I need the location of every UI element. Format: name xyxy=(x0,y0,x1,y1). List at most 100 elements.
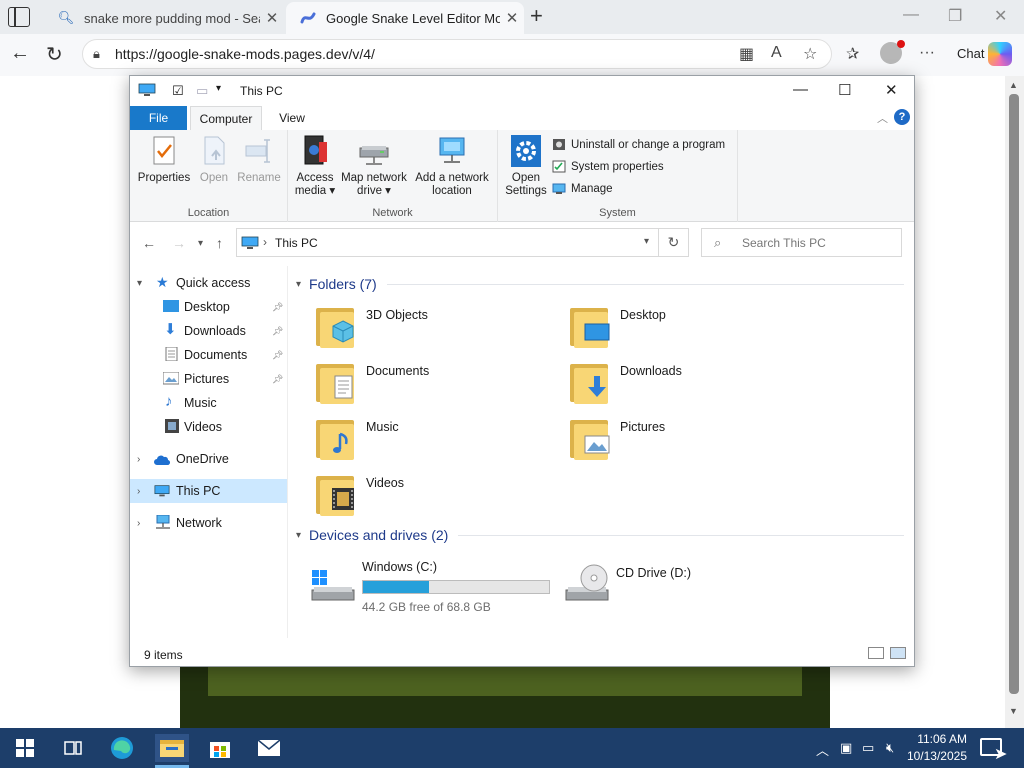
close-tab-icon[interactable]: ✕ xyxy=(260,9,284,27)
tab-actions-icon[interactable] xyxy=(8,7,30,27)
folder-downloads[interactable]: Downloads xyxy=(570,360,810,412)
close-tab-icon[interactable]: ✕ xyxy=(500,9,524,27)
folder-desktop[interactable]: Desktop xyxy=(570,304,810,356)
read-aloud-icon[interactable]: A xyxy=(771,44,782,62)
help-icon[interactable]: ? xyxy=(894,109,910,125)
properties-button[interactable]: Properties xyxy=(136,134,192,185)
favorite-star-icon[interactable]: ☆ xyxy=(803,44,817,64)
folder-3d-objects[interactable]: 3D Objects xyxy=(316,304,556,356)
new-tab-icon[interactable]: + xyxy=(530,3,543,29)
chat-label[interactable]: Chat xyxy=(957,46,984,61)
browser-tab-search[interactable]: 🔍︎ snake more pudding mod - Searc ✕ xyxy=(44,2,284,34)
details-view-icon[interactable] xyxy=(868,647,884,659)
recent-locations-icon[interactable]: ▾ xyxy=(198,238,203,249)
app-available-icon[interactable]: ▦ xyxy=(739,44,754,64)
scroll-up-icon[interactable]: ▲ xyxy=(1009,80,1018,90)
uninstall-program-button[interactable]: Uninstall or change a program xyxy=(552,138,725,151)
cd-drive-icon xyxy=(565,564,609,601)
reload-icon[interactable]: ↻ xyxy=(46,42,63,67)
nav-quick-access[interactable]: ▾ ★ Quick access xyxy=(130,271,287,295)
up-icon[interactable]: ↑ xyxy=(216,235,223,251)
new-folder-quick-icon[interactable]: ▭ xyxy=(196,83,208,99)
manage-button[interactable]: Manage xyxy=(552,182,613,195)
folder-videos[interactable]: Videos xyxy=(316,472,556,524)
folder-pictures[interactable]: Pictures xyxy=(570,416,810,468)
chevron-right-icon[interactable]: › xyxy=(137,454,140,465)
tab-file[interactable]: File xyxy=(130,106,187,130)
volume-muted-icon[interactable]: 🔇︎ xyxy=(886,740,894,756)
snake-game-canvas[interactable] xyxy=(180,666,830,728)
chevron-down-icon[interactable]: ▾ xyxy=(137,278,142,289)
folder-music[interactable]: Music xyxy=(316,416,556,468)
page-scrollbar[interactable]: ▲ ▼ xyxy=(1005,76,1024,728)
maximize-icon[interactable]: ☐ xyxy=(838,81,851,99)
back-icon[interactable]: ← xyxy=(142,235,156,251)
nav-music[interactable]: ♪ Music xyxy=(130,391,287,415)
nav-videos[interactable]: Videos xyxy=(130,415,287,439)
scrollbar-thumb[interactable] xyxy=(1009,94,1019,694)
more-options-icon[interactable]: ··· xyxy=(919,44,935,62)
nav-downloads[interactable]: ⬇ Downloads 📌︎ xyxy=(130,319,287,343)
taskbar-clock[interactable]: 11:06 AM 10/13/2025 xyxy=(905,731,967,765)
meet-now-icon[interactable]: ▣ xyxy=(840,740,852,756)
minimize-icon[interactable]: — xyxy=(793,81,808,98)
collapse-ribbon-icon[interactable]: ︿ xyxy=(877,110,888,126)
tab-computer[interactable]: Computer xyxy=(190,106,262,130)
map-network-drive-button[interactable]: Map network drive ▾ xyxy=(338,134,410,198)
nav-pictures[interactable]: Pictures 📌︎ xyxy=(130,367,287,391)
folders-group-header[interactable]: ▾ Folders (7) xyxy=(296,276,904,292)
scroll-down-icon[interactable]: ▼ xyxy=(1009,706,1018,716)
site-info-icon[interactable]: 🔒︎ xyxy=(93,46,100,62)
show-hidden-icons-icon[interactable]: ︿ xyxy=(816,740,829,759)
large-icons-view-icon[interactable] xyxy=(890,647,906,659)
drive-windows-c[interactable]: Windows (C:) 44.2 GB free of 68.8 GB xyxy=(310,560,570,614)
desktop-icon xyxy=(163,300,179,312)
nav-this-pc[interactable]: › This PC xyxy=(130,479,287,503)
browser-tab-snake-editor[interactable]: Google Snake Level Editor Mod ✕ xyxy=(286,2,524,34)
chevron-right-icon[interactable]: › xyxy=(137,518,140,529)
tab-view[interactable]: View xyxy=(270,106,314,130)
search-box[interactable]: ⌕ Search This PC xyxy=(701,228,902,257)
open-button[interactable]: Open xyxy=(192,134,236,185)
add-network-location-button[interactable]: Add a network location xyxy=(412,134,492,198)
nav-desktop[interactable]: Desktop 📌︎ xyxy=(130,295,287,319)
manage-icon xyxy=(552,183,566,194)
mail-icon[interactable] xyxy=(254,734,284,762)
task-view-icon[interactable] xyxy=(58,734,88,762)
edge-browser-icon[interactable] xyxy=(107,734,137,762)
close-window-icon[interactable]: ✕ xyxy=(994,6,1007,26)
open-settings-button[interactable]: Open Settings xyxy=(502,134,550,198)
address-box[interactable]: › This PC ▾ xyxy=(236,228,688,257)
profile-avatar[interactable] xyxy=(880,40,905,64)
restore-icon[interactable]: ❐ xyxy=(948,6,962,26)
minimize-icon[interactable]: — xyxy=(903,6,919,24)
chevron-down-icon[interactable]: ▾ xyxy=(296,530,301,541)
start-windows-icon[interactable] xyxy=(10,734,40,762)
file-explorer-icon[interactable] xyxy=(155,734,189,768)
drive-cd-d[interactable]: CD Drive (D:) xyxy=(564,560,764,612)
properties-quick-icon[interactable]: ☑ xyxy=(172,83,184,99)
nav-network[interactable]: › Network xyxy=(130,511,287,535)
rename-button[interactable]: Rename xyxy=(236,134,282,185)
close-icon[interactable]: ✕ xyxy=(885,81,898,99)
nav-documents[interactable]: Documents 📌︎ xyxy=(130,343,287,367)
folder-documents[interactable]: Documents xyxy=(316,360,556,412)
system-properties-button[interactable]: System properties xyxy=(552,160,664,173)
breadcrumb-chevron-icon[interactable]: › xyxy=(263,235,267,249)
back-icon[interactable]: ← xyxy=(10,42,30,65)
microsoft-store-icon[interactable] xyxy=(205,734,235,762)
devices-group-header[interactable]: ▾ Devices and drives (2) xyxy=(296,527,904,543)
refresh-icon[interactable]: ↻ xyxy=(658,228,689,257)
favorites-icon[interactable]: ✰ xyxy=(846,44,859,64)
chevron-right-icon[interactable]: › xyxy=(137,486,140,497)
nav-onedrive[interactable]: › OneDrive xyxy=(130,447,287,471)
customize-quick-access-icon[interactable]: ▾ xyxy=(216,83,221,94)
pin-icon: 📌︎ xyxy=(272,349,284,360)
network-status-icon[interactable]: ▭ xyxy=(862,740,874,756)
chevron-down-icon[interactable]: ▾ xyxy=(296,279,301,290)
access-media-button[interactable]: Access media ▾ xyxy=(290,134,340,198)
address-bar[interactable]: 🔒︎ https://google-snake-mods.pages.dev/v… xyxy=(82,39,832,69)
forward-icon[interactable]: → xyxy=(172,235,186,251)
copilot-icon[interactable] xyxy=(988,42,1012,66)
address-dropdown-icon[interactable]: ▾ xyxy=(644,236,649,247)
